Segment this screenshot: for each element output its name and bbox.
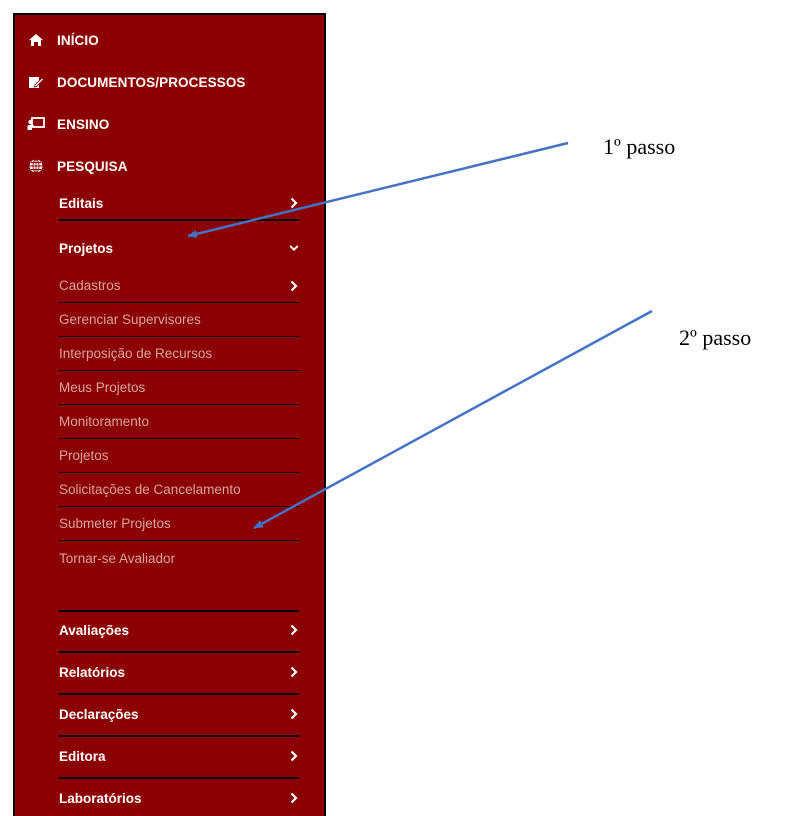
projetos-item-label: Tornar-se Avaliador [59,550,176,566]
sidebar-menu: INÍCIO DOCUMENTOS/PROCESSOS ENSINO PESQU… [13,13,326,816]
chevron-right-icon [289,749,299,763]
pesquisa-item-label: Declarações [59,706,139,722]
pesquisa-item-relatorios[interactable]: Relatórios [59,651,299,691]
projetos-item-projetos[interactable]: Projetos [59,439,299,473]
chevron-down-icon [289,241,299,255]
projetos-item-label: Gerenciar Supervisores [59,312,201,327]
pesquisa-item-label: Avaliações [59,622,130,638]
pesquisa-item-editais[interactable]: Editais [59,187,299,221]
pesquisa-item-declaracoes[interactable]: Declarações [59,693,299,733]
projetos-item-label: Monitoramento [59,414,150,429]
projetos-item-label: Submeter Projetos [59,516,171,531]
nav-item-pesquisa[interactable]: PESQUISA [27,156,128,176]
chevron-right-icon [289,707,299,721]
pesquisa-item-editora[interactable]: Editora [59,735,299,775]
presentation-board-icon [27,116,45,132]
projetos-item-label: Cadastros [59,278,121,293]
projetos-item-monitoramento[interactable]: Monitoramento [59,405,299,439]
nav-item-label: PESQUISA [57,158,128,174]
pesquisa-item-projetos[interactable]: Projetos [59,231,299,265]
nav-item-inicio[interactable]: INÍCIO [27,30,99,50]
chevron-right-icon [289,791,299,805]
step-2-label: 2º passo [679,325,752,350]
projetos-item-interposicao-de-recursos[interactable]: Interposição de Recursos [59,337,299,371]
document-edit-icon [27,74,45,90]
projetos-item-gerenciar-supervisores[interactable]: Gerenciar Supervisores [59,303,299,337]
nav-item-label: ENSINO [57,116,110,132]
chevron-right-icon [289,665,299,679]
pesquisa-item-label: Relatórios [59,664,126,680]
step-1-label: 1º passo [603,134,676,159]
pesquisa-item-label: Editais [59,195,104,211]
pesquisa-item-laboratorios[interactable]: Laboratórios [59,777,299,816]
projetos-item-solicitacoes-de-cancelamento[interactable]: Solicitações de Cancelamento [59,473,299,507]
projetos-item-submeter-projetos[interactable]: Submeter Projetos [59,507,299,541]
home-icon [27,32,45,48]
pesquisa-item-label: Editora [59,748,106,764]
nav-item-label: INÍCIO [57,32,99,48]
pesquisa-item-label: Projetos [59,240,114,256]
projetos-item-label: Meus Projetos [59,380,146,395]
nav-item-documentos-processos[interactable]: DOCUMENTOS/PROCESSOS [27,72,246,92]
chevron-right-icon [289,196,299,210]
globe-icon [27,158,45,174]
pesquisa-item-label: Laboratórios [59,790,142,806]
chevron-right-icon [289,623,299,637]
projetos-item-meus-projetos[interactable]: Meus Projetos [59,371,299,405]
pesquisa-item-avaliacoes[interactable]: Avaliações [59,610,299,648]
projetos-item-label: Solicitações de Cancelamento [59,482,241,497]
chevron-right-icon [289,279,299,293]
projetos-item-cadastros[interactable]: Cadastros [59,269,299,303]
projetos-item-tornar-se-avaliador[interactable]: Tornar-se Avaliador [59,541,299,575]
projetos-item-label: Projetos [59,448,109,463]
nav-item-ensino[interactable]: ENSINO [27,114,109,134]
nav-item-label: DOCUMENTOS/PROCESSOS [57,74,246,90]
projetos-item-label: Interposição de Recursos [59,346,213,361]
